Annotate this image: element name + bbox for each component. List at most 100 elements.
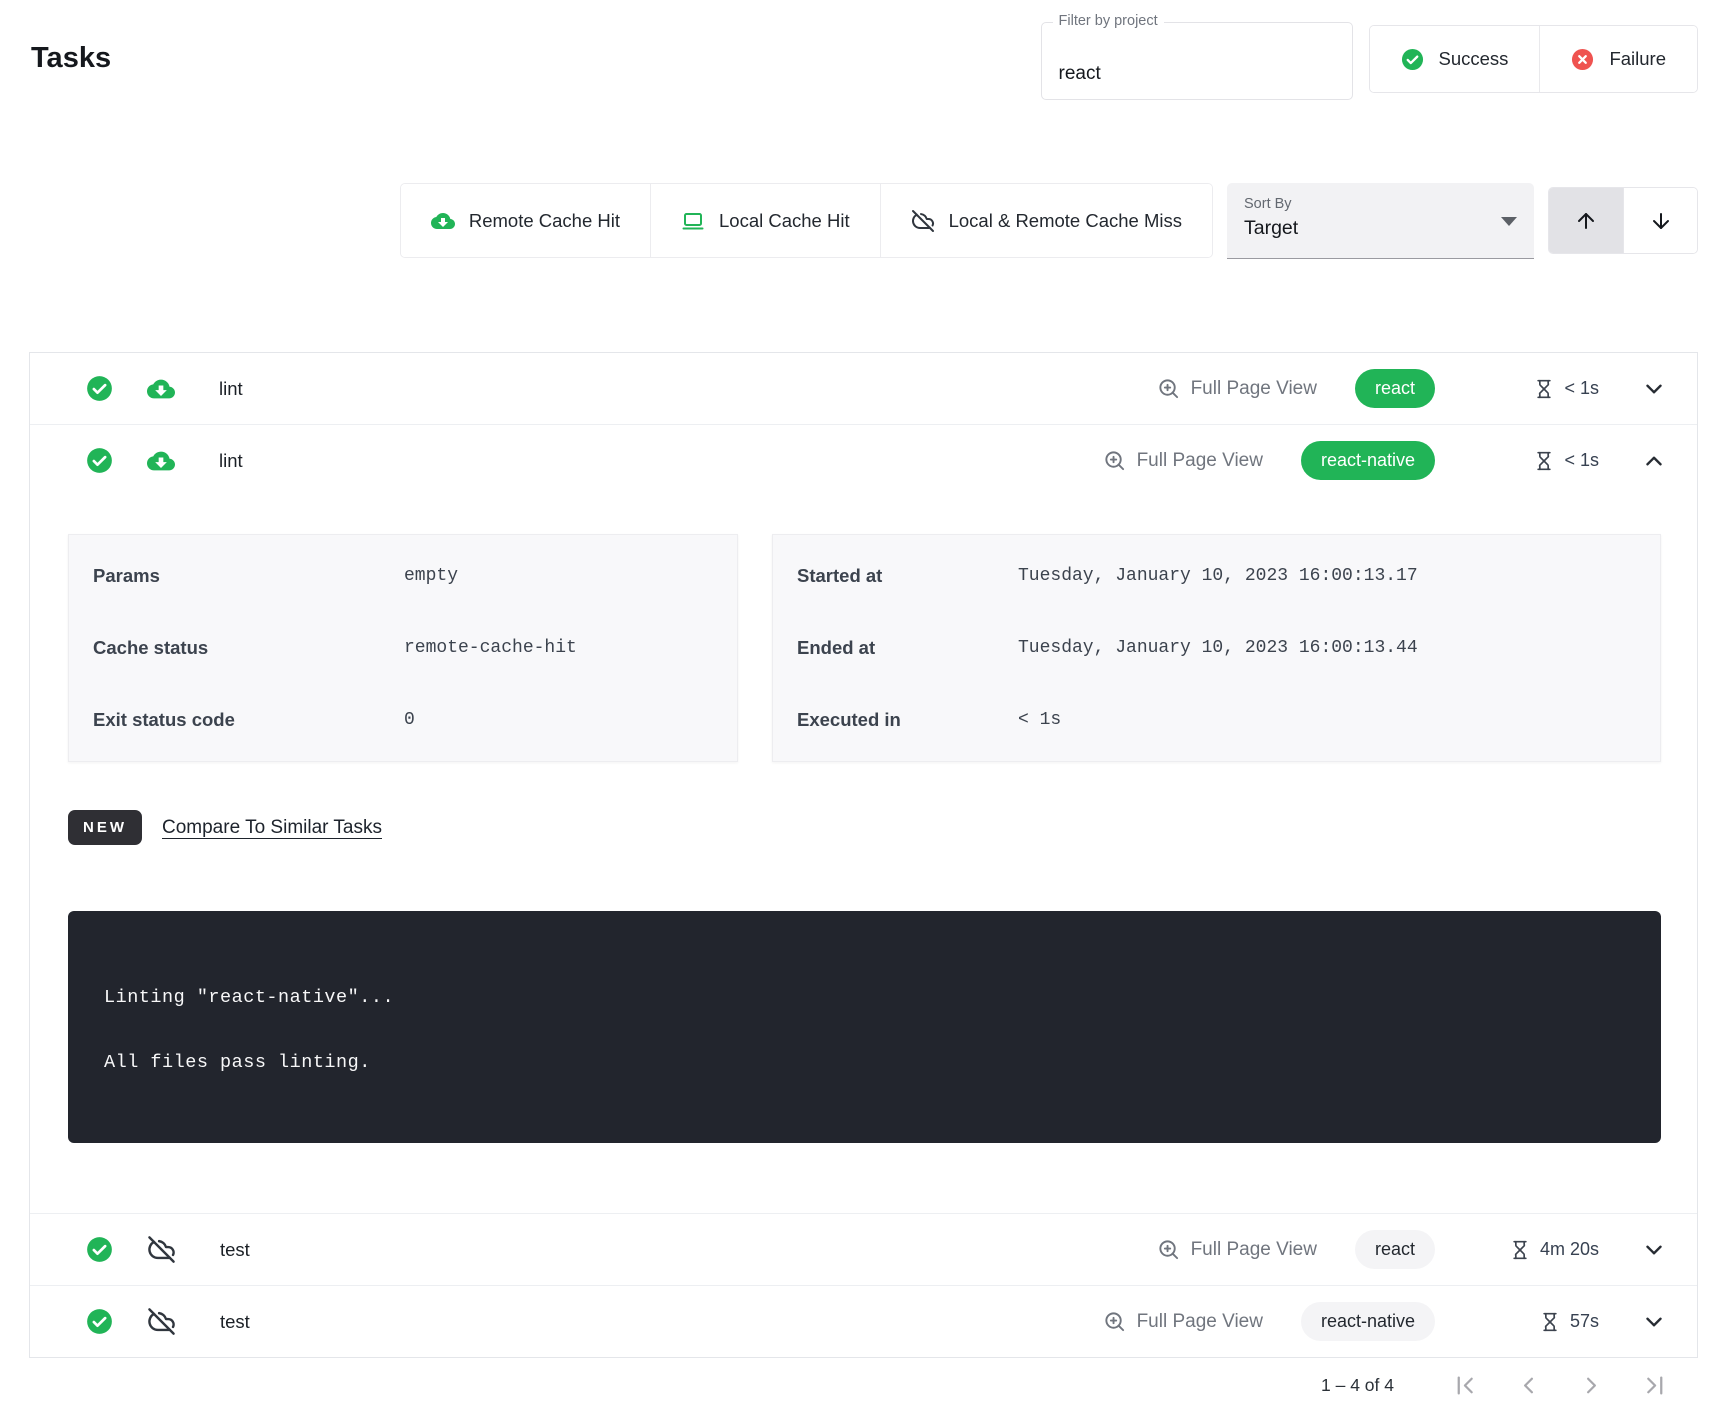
dropdown-caret-icon	[1501, 217, 1517, 234]
zoom-in-icon	[1103, 449, 1126, 472]
cache-miss-filter[interactable]: Local & Remote Cache Miss	[880, 184, 1212, 257]
last-page-button[interactable]	[1641, 1372, 1668, 1399]
task-section: test Full Page View react-native 57s	[30, 1286, 1697, 1357]
compare-to-similar-tasks-link[interactable]: Compare To Similar Tasks	[162, 817, 382, 839]
failure-label: Failure	[1609, 48, 1666, 70]
task-details: Params empty Cache status remote-cache-h…	[30, 496, 1697, 1213]
detail-row-cache-status: Cache status remote-cache-hit	[69, 612, 737, 684]
task-target: lint	[219, 450, 243, 472]
full-page-view-link[interactable]: Full Page View	[1103, 449, 1263, 472]
success-filter-button[interactable]: Success	[1370, 26, 1540, 92]
duration-text: < 1s	[1564, 450, 1599, 471]
arrow-up-icon	[1574, 209, 1598, 233]
project-badge[interactable]: react-native	[1301, 1302, 1435, 1341]
failure-filter-button[interactable]: Failure	[1539, 26, 1697, 92]
filter-by-project-field[interactable]: Filter by project	[1041, 22, 1353, 100]
params-label: Params	[93, 565, 404, 587]
ended-at-label: Ended at	[797, 637, 1018, 659]
task-row-lint-react-native[interactable]: lint Full Page View react-native < 1s	[30, 425, 1697, 496]
task-target: test	[220, 1311, 250, 1333]
chevron-up-icon[interactable]	[1641, 448, 1667, 474]
row-actions: Full Page View react 4m 20s	[1157, 1230, 1667, 1269]
laptop-icon	[681, 209, 705, 233]
row-actions: Full Page View react-native 57s	[1103, 1302, 1667, 1341]
full-page-view-link[interactable]: Full Page View	[1103, 1310, 1263, 1333]
duration-text: < 1s	[1564, 378, 1599, 399]
failure-x-icon	[1571, 48, 1594, 71]
compare-row: NEW Compare To Similar Tasks	[68, 810, 1661, 845]
task-duration: 4m 20s	[1465, 1239, 1599, 1260]
filter-project-input[interactable]	[1042, 23, 1352, 99]
cache-status-value: remote-cache-hit	[404, 638, 577, 658]
full-page-view-link[interactable]: Full Page View	[1157, 377, 1317, 400]
zoom-in-icon	[1157, 1238, 1180, 1261]
cloud-download-icon	[431, 209, 455, 233]
task-target: lint	[219, 378, 243, 400]
params-value: empty	[404, 566, 458, 586]
zoom-in-icon	[1103, 1310, 1126, 1333]
success-check-icon	[86, 447, 113, 474]
project-badge[interactable]: react-native	[1301, 441, 1435, 480]
full-page-view-label: Full Page View	[1191, 378, 1317, 400]
full-page-view-label: Full Page View	[1137, 1311, 1263, 1333]
toolbar: Remote Cache Hit Local Cache Hit Local &…	[400, 183, 1698, 259]
previous-page-button[interactable]	[1515, 1372, 1542, 1399]
chevron-down-icon[interactable]	[1641, 376, 1667, 402]
duration-text: 57s	[1570, 1311, 1599, 1332]
local-cache-hit-filter[interactable]: Local Cache Hit	[650, 184, 880, 257]
full-page-view-link[interactable]: Full Page View	[1157, 1238, 1317, 1261]
success-check-icon	[86, 1308, 113, 1335]
duration-text: 4m 20s	[1540, 1239, 1599, 1260]
page-range-label: 1 – 4 of 4	[1321, 1375, 1394, 1396]
task-row-lint-react[interactable]: lint Full Page View react < 1s	[30, 353, 1697, 424]
terminal-output: Linting "react-native"... All files pass…	[68, 911, 1661, 1143]
cloud-download-icon	[147, 375, 175, 403]
task-params-panel: Params empty Cache status remote-cache-h…	[68, 534, 738, 762]
sort-by-select[interactable]: Sort By Target	[1227, 183, 1534, 259]
started-at-label: Started at	[797, 565, 1018, 587]
chevron-down-icon[interactable]	[1641, 1309, 1667, 1335]
sort-ascending-button[interactable]	[1549, 188, 1623, 253]
first-page-button[interactable]	[1452, 1372, 1479, 1399]
hourglass-icon	[1534, 451, 1554, 471]
project-badge[interactable]: react	[1355, 1230, 1435, 1269]
task-row-test-react-native[interactable]: test Full Page View react-native 57s	[30, 1286, 1697, 1357]
previous-page-icon	[1515, 1372, 1542, 1399]
chevron-down-icon[interactable]	[1641, 1237, 1667, 1263]
detail-row-ended-at: Ended at Tuesday, January 10, 2023 16:00…	[773, 612, 1660, 684]
hourglass-icon	[1540, 1312, 1560, 1332]
task-section-expanded: lint Full Page View react-native < 1s	[30, 425, 1697, 1214]
executed-in-label: Executed in	[797, 709, 1018, 731]
remote-cache-hit-label: Remote Cache Hit	[469, 210, 620, 232]
task-row-test-react[interactable]: test Full Page View react 4m 20s	[30, 1214, 1697, 1285]
task-target: test	[220, 1239, 250, 1261]
detail-row-started-at: Started at Tuesday, January 10, 2023 16:…	[773, 540, 1660, 612]
cache-status-label: Cache status	[93, 637, 404, 659]
new-badge: NEW	[68, 810, 142, 845]
cache-filter-group: Remote Cache Hit Local Cache Hit Local &…	[400, 183, 1213, 258]
local-cache-hit-label: Local Cache Hit	[719, 210, 850, 232]
page-title: Tasks	[31, 42, 111, 75]
sort-by-label: Sort By	[1244, 196, 1534, 212]
detail-row-executed-in: Executed in < 1s	[773, 684, 1660, 756]
sort-descending-button[interactable]	[1623, 188, 1697, 253]
project-badge[interactable]: react	[1355, 369, 1435, 408]
row-actions: Full Page View react-native < 1s	[1103, 441, 1667, 480]
executed-in-value: < 1s	[1018, 710, 1061, 730]
status-filter-group: Success Failure	[1369, 25, 1698, 93]
cloud-download-icon	[147, 447, 175, 475]
first-page-icon	[1452, 1372, 1479, 1399]
sort-direction-group	[1548, 187, 1698, 254]
row-actions: Full Page View react < 1s	[1157, 369, 1667, 408]
ended-at-value: Tuesday, January 10, 2023 16:00:13.44	[1018, 638, 1418, 658]
success-check-icon	[86, 375, 113, 402]
zoom-in-icon	[1157, 377, 1180, 400]
remote-cache-hit-filter[interactable]: Remote Cache Hit	[401, 184, 650, 257]
cache-miss-label: Local & Remote Cache Miss	[949, 210, 1182, 232]
task-timing-panel: Started at Tuesday, January 10, 2023 16:…	[772, 534, 1661, 762]
next-page-button[interactable]	[1578, 1372, 1605, 1399]
task-section: lint Full Page View react < 1s	[30, 353, 1697, 425]
last-page-icon	[1641, 1372, 1668, 1399]
detail-panels: Params empty Cache status remote-cache-h…	[68, 534, 1661, 762]
hourglass-icon	[1534, 379, 1554, 399]
